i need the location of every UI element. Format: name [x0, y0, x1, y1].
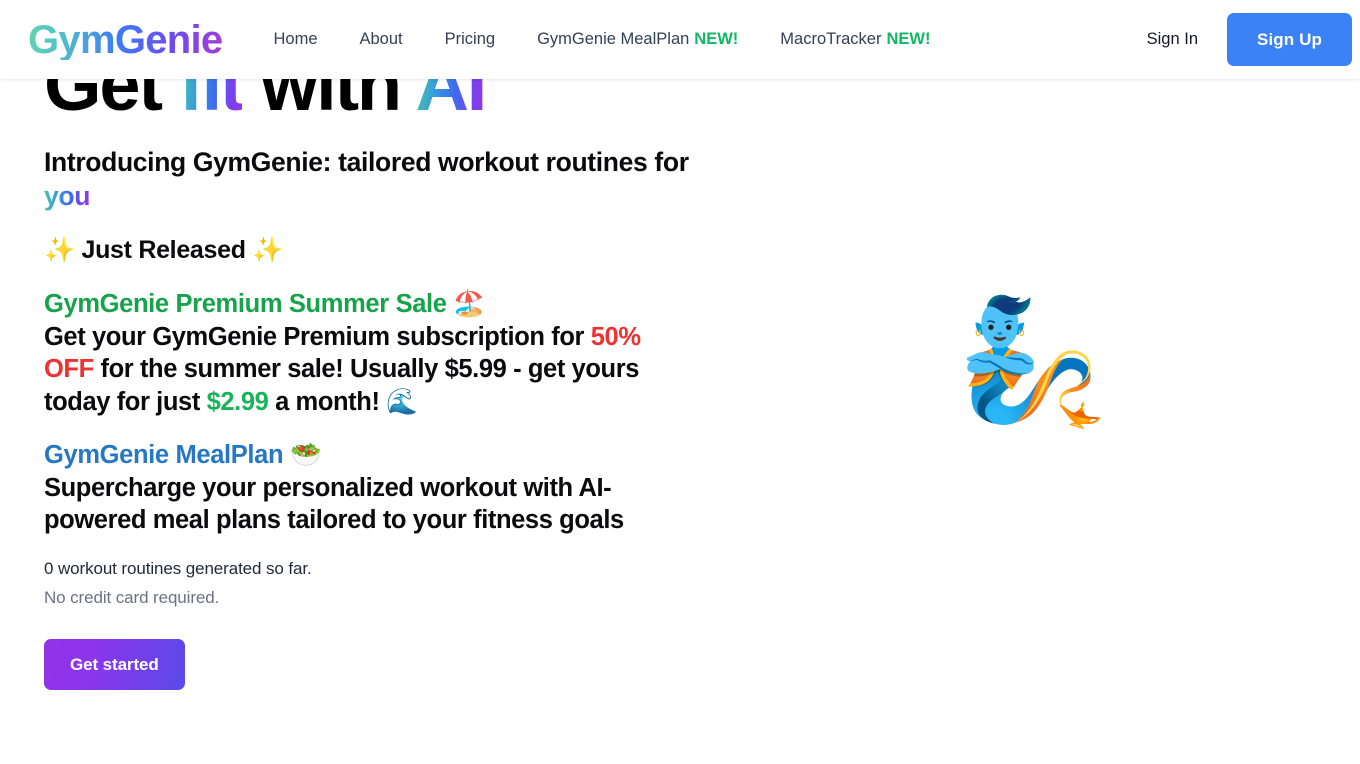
nav-item-mealplan-badge: NEW! [694, 30, 739, 49]
nav-item-pricing[interactable]: Pricing [424, 25, 516, 54]
nav-item-mealplan[interactable]: GymGenie MealPlan NEW! [516, 25, 759, 54]
header-actions: Sign In Sign Up [1135, 0, 1360, 79]
nav-item-home-label: Home [273, 30, 318, 49]
summer-sale-body-1: Get your GymGenie Premium subscription f… [44, 323, 591, 352]
main-navigation: Home About Pricing GymGenie MealPlan NEW!… [252, 25, 951, 54]
hero-illustration-area: 🧞 [700, 0, 1360, 764]
summer-sale-promo: GymGenie Premium Summer Sale 🏖️ Get your… [44, 289, 700, 418]
mealplan-heading: GymGenie MealPlan 🥗 [44, 440, 322, 469]
nav-item-macrotracker[interactable]: MacroTracker NEW! [759, 25, 951, 54]
summer-sale-body-3: a month! 🌊 [268, 387, 418, 416]
summer-sale-heading: GymGenie Premium Summer Sale 🏖️ [44, 289, 485, 318]
just-released-label: ✨ Just Released ✨ [44, 235, 284, 264]
nav-item-about[interactable]: About [339, 25, 424, 54]
hero-subtitle: Introducing GymGenie: tailored workout r… [44, 146, 694, 212]
hero-subtitle-highlight-you: you [44, 180, 91, 211]
sign-up-button[interactable]: Sign Up [1227, 13, 1352, 66]
summer-sale-price: $2.99 [206, 387, 269, 416]
get-started-button[interactable]: Get started [44, 638, 185, 690]
logo[interactable]: GymGenie [28, 20, 223, 60]
site-header: GymGenie Home About Pricing GymGenie Mea… [0, 0, 1360, 79]
mealplan-promo: GymGenie MealPlan 🥗 Supercharge your per… [44, 440, 700, 537]
genie-icon: 🧞 [956, 293, 1108, 429]
summer-sale-body: Get your GymGenie Premium subscription f… [44, 321, 669, 417]
nav-item-home[interactable]: Home [252, 25, 338, 54]
nav-item-about-label: About [359, 30, 403, 49]
mealplan-body: Supercharge your personalized workout wi… [44, 474, 624, 535]
nav-item-macrotracker-label: MacroTracker [780, 30, 882, 49]
routines-generated-stat: 0 workout routines generated so far. [44, 558, 312, 578]
no-credit-card-note: No credit card required. [44, 587, 220, 607]
hero-subtitle-plain: Introducing GymGenie: tailored workout r… [44, 147, 689, 178]
hero-content: Get fit with AI Introducing GymGenie: ta… [0, 0, 700, 764]
sign-in-link[interactable]: Sign In [1135, 24, 1210, 55]
hero-section: Get fit with AI Introducing GymGenie: ta… [0, 0, 1360, 764]
nav-item-mealplan-label: GymGenie MealPlan [537, 30, 690, 49]
nav-item-pricing-label: Pricing [444, 30, 496, 49]
nav-item-macrotracker-badge: NEW! [886, 30, 931, 49]
